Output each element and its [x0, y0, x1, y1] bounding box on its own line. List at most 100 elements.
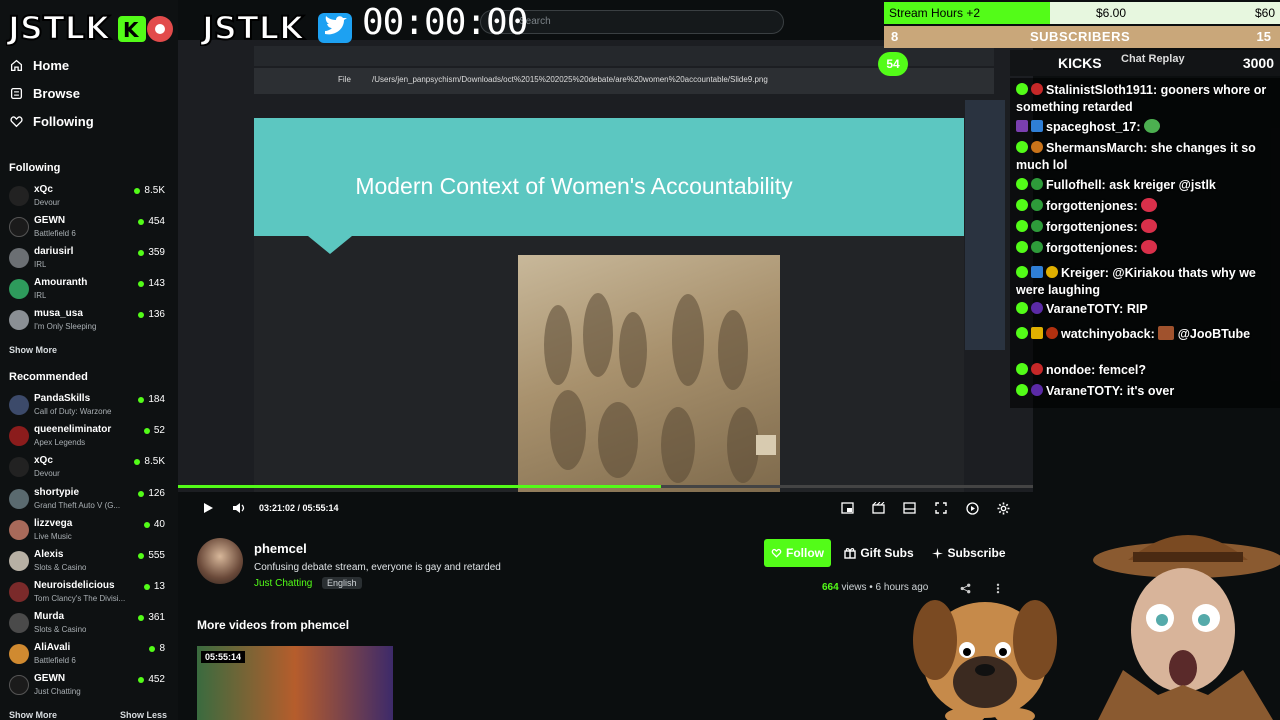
- user-badge-icon: [1031, 266, 1043, 278]
- mod-badge-icon: [1016, 83, 1028, 95]
- chat-replay-label: Chat Replay: [1121, 53, 1185, 65]
- category-link[interactable]: Just Chatting: [254, 578, 312, 589]
- stream-hours-label: Stream Hours +2: [889, 6, 981, 20]
- nav-browse[interactable]: Browse: [10, 86, 80, 101]
- show-more-following[interactable]: Show More: [9, 345, 57, 355]
- subscribe-label: Subscribe: [947, 546, 1006, 560]
- sidebar-channel-item[interactable]: GEWN Battlefield 6 454: [9, 214, 167, 244]
- play-icon[interactable]: [202, 502, 214, 514]
- viewer-count: 454: [138, 216, 165, 227]
- chat-message: watchinyoback: @JooBTube: [1016, 326, 1278, 343]
- channel-game: Devour: [34, 198, 60, 207]
- avatar: [9, 582, 29, 602]
- channel-name: Alexis: [34, 549, 64, 560]
- mod-badge-icon: [1016, 178, 1028, 190]
- subscribe-button[interactable]: Subscribe: [928, 539, 1010, 567]
- language-tag: English: [322, 577, 362, 589]
- mod-badge-icon: [1016, 302, 1028, 314]
- sidebar-channel-item[interactable]: queeneliminator Apex Legends 52: [9, 423, 167, 453]
- show-more-recommended[interactable]: Show More: [9, 710, 57, 720]
- star-icon: [932, 547, 944, 559]
- gift-subs-button[interactable]: Gift Subs: [839, 539, 919, 567]
- theater-mode-icon[interactable]: [903, 502, 916, 514]
- nav-following[interactable]: Following: [10, 114, 94, 129]
- avatar: [9, 310, 29, 330]
- channel-name-heading[interactable]: phemcel: [254, 541, 307, 556]
- live-dot-icon: [138, 614, 145, 621]
- channel-name: shortypie: [34, 487, 80, 498]
- sidebar: Home Browse Following Following xQc Devo…: [0, 0, 178, 720]
- live-dot-icon: [138, 280, 145, 287]
- avatar: [9, 248, 29, 268]
- channel-game: Battlefield 6: [34, 229, 76, 238]
- sidebar-channel-item[interactable]: lizzvega Live Music 40: [9, 517, 167, 547]
- channel-name: GEWN: [34, 215, 66, 226]
- channel-avatar[interactable]: [197, 538, 243, 584]
- viewer-count: 40: [143, 519, 165, 530]
- sidebar-channel-item[interactable]: PandaSkills Call of Duty: Warzone 184: [9, 392, 167, 422]
- follow-label: Follow: [786, 546, 824, 560]
- video-thumbnail[interactable]: 05:55:14: [197, 646, 393, 720]
- sidebar-channel-item[interactable]: shortypie Grand Theft Auto V (G... 126: [9, 486, 167, 516]
- sidebar-channel-item[interactable]: xQc Devour 8.5K: [9, 183, 167, 213]
- pip-icon[interactable]: [841, 502, 854, 514]
- sidebar-channel-item[interactable]: Alexis Slots & Casino 555: [9, 548, 167, 578]
- channel-name: AliAvali: [34, 642, 71, 653]
- illustration-figures: [544, 293, 776, 483]
- live-dot-icon: [138, 311, 145, 318]
- viewer-count: 184: [138, 394, 165, 405]
- sidebar-channel-item[interactable]: Murda Slots & Casino 361: [9, 610, 167, 640]
- channel-name: dariusirl: [34, 246, 74, 257]
- live-dot-icon: [138, 552, 145, 559]
- emote-icon: [1143, 119, 1160, 133]
- viewer-count: 8.5K: [134, 185, 165, 196]
- sidebar-channel-item[interactable]: musa_usa I'm Only Sleeping 136: [9, 307, 167, 337]
- mod-badge-icon: [1016, 241, 1028, 253]
- channel-name: queeneliminator: [34, 424, 112, 435]
- chat-replay-panel: StalinistSloth1911: gooners whore or som…: [1010, 78, 1280, 408]
- channel-game: IRL: [34, 260, 47, 269]
- channel-game: Tom Clancy's The Divisi...: [34, 594, 126, 603]
- sidebar-channel-item[interactable]: GEWN Just Chatting 452: [9, 672, 167, 702]
- playback-speed-icon[interactable]: [966, 502, 979, 515]
- avatar: [9, 395, 29, 415]
- sidebar-channel-item[interactable]: AliAvali Battlefield 6 8: [9, 641, 167, 671]
- jstlk-logo: JSTLK K: [6, 8, 173, 46]
- fullscreen-icon[interactable]: [935, 502, 947, 514]
- follow-button[interactable]: Follow: [764, 539, 831, 567]
- viewer-count: 555: [138, 550, 165, 561]
- subs-label: SUBSCRIBERS: [1030, 29, 1131, 44]
- viewer-count: 52: [143, 425, 165, 436]
- channel-game: Battlefield 6: [34, 656, 76, 665]
- sidebar-channel-item[interactable]: Neuroisdelicious Tom Clancy's The Divisi…: [9, 579, 167, 609]
- webcam-strip: [965, 100, 1005, 350]
- following-section-title: Following: [9, 162, 61, 174]
- chat-message: forgottenjones:: [1016, 240, 1278, 257]
- channel-name: xQc: [34, 455, 53, 466]
- stream-hours-goal-bar: Stream Hours +2 $6.00 $60: [884, 2, 1280, 24]
- avatar: [9, 186, 29, 206]
- user-badge-icon: [1031, 241, 1043, 253]
- nav-home[interactable]: Home: [10, 58, 69, 73]
- sidebar-channel-item[interactable]: xQc Devour 8.5K: [9, 454, 167, 484]
- user-badge-icon: [1031, 384, 1043, 396]
- video-player[interactable]: File /Users/jen_panpsychism/Downloads/oc…: [178, 40, 1033, 492]
- kicks-label: KICKS: [1058, 55, 1102, 71]
- sidebar-channel-item[interactable]: Amouranth IRL 143: [9, 276, 167, 306]
- settings-gear-icon[interactable]: [997, 502, 1010, 515]
- viewer-count: 136: [138, 309, 165, 320]
- stream-title: Confusing debate stream, everyone is gay…: [254, 562, 501, 573]
- chat-message: forgottenjones:: [1016, 198, 1278, 215]
- sidebar-channel-item[interactable]: dariusirl IRL 359: [9, 245, 167, 275]
- avatar: [9, 426, 29, 446]
- clip-icon[interactable]: [872, 502, 885, 514]
- channel-game: Devour: [34, 469, 60, 478]
- volume-icon[interactable]: [232, 502, 246, 514]
- avatar: [9, 217, 29, 237]
- file-label: File: [338, 75, 351, 84]
- jstlk-logo-twitter: JSTLK: [200, 8, 352, 46]
- viewer-count: 8.5K: [134, 456, 165, 467]
- show-less-recommended[interactable]: Show Less: [120, 710, 167, 720]
- live-dot-icon: [143, 427, 150, 434]
- user-badge-icon: [1031, 178, 1043, 190]
